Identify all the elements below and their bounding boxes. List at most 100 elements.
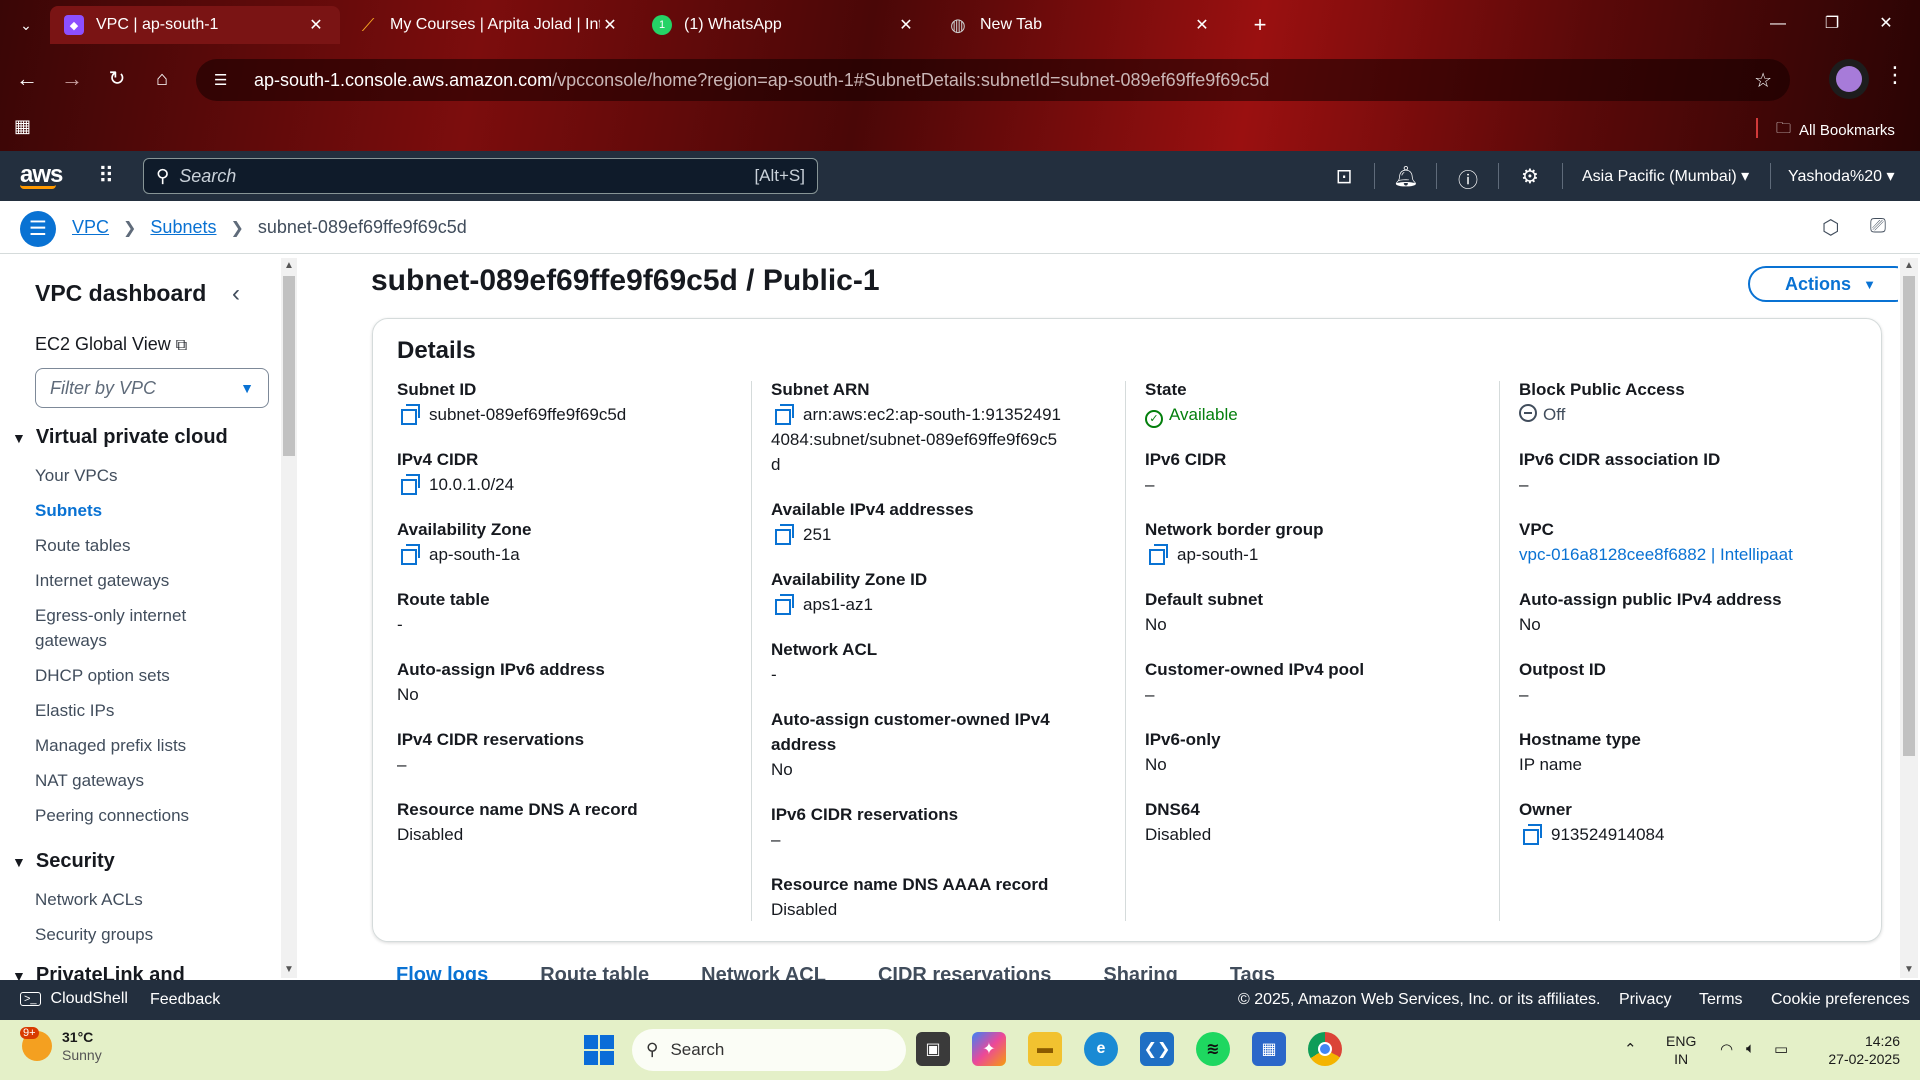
collapse-sidebar-icon[interactable]: ‹	[232, 280, 240, 308]
breadcrumb-vpc[interactable]: VPC	[72, 217, 109, 238]
feedback-link[interactable]: Feedback	[150, 991, 220, 1009]
scroll-down-arrow-icon[interactable]: ▼	[1904, 964, 1914, 975]
copy-icon[interactable]	[401, 404, 420, 425]
battery-icon[interactable]: ▭	[1774, 1040, 1788, 1058]
section-privatelink[interactable]: ▼ PrivateLink and	[12, 964, 185, 980]
sidebar-item-dhcp-option-sets[interactable]: DHCP option sets	[35, 663, 235, 688]
section-security[interactable]: ▼ Security	[12, 850, 115, 873]
terms-link[interactable]: Terms	[1699, 991, 1743, 1009]
tab-cidr-reservations[interactable]: CIDR reservations	[878, 964, 1051, 980]
close-tab-icon[interactable]: ✕	[306, 15, 326, 35]
copy-icon[interactable]	[775, 404, 794, 425]
copy-icon[interactable]	[775, 594, 794, 615]
region-selector[interactable]: Asia Pacific (Mumbai) ▾	[1582, 166, 1749, 186]
sidebar-item-peering-connections[interactable]: Peering connections	[35, 803, 235, 828]
notification-hexagon-icon[interactable]: ⬡	[1822, 215, 1839, 240]
scrollbar-thumb[interactable]	[283, 276, 295, 456]
cookie-preferences-link[interactable]: Cookie preferences	[1771, 991, 1910, 1009]
copy-icon[interactable]	[775, 524, 794, 545]
cloudshell-icon[interactable]: ⊡	[1330, 164, 1358, 189]
task-view-icon[interactable]: ▣	[916, 1032, 950, 1066]
sidebar-scrollbar[interactable]: ▲ ▼	[281, 258, 297, 978]
tab-vpc[interactable]: ◆ VPC | ap-south-1 ✕	[50, 6, 340, 44]
filter-by-vpc-select[interactable]: Filter by VPC ▼	[35, 368, 269, 408]
scrollbar-thumb[interactable]	[1903, 276, 1915, 756]
minimize-window-button[interactable]: —	[1758, 10, 1798, 38]
copy-icon[interactable]	[1149, 544, 1168, 565]
address-bar[interactable]: ☰ ap-south-1.console.aws.amazon.com/vpcc…	[196, 59, 1790, 101]
cloudshell-button[interactable]: >_ CloudShell	[20, 990, 128, 1008]
settings-gear-icon[interactable]: ⚙	[1516, 164, 1544, 189]
sidebar-item-egress-only-internet-gateways[interactable]: Egress-only internet gateways	[35, 603, 210, 653]
breadcrumb-subnets[interactable]: Subnets	[150, 217, 216, 238]
microsoft-store-icon[interactable]: ▦	[1252, 1032, 1286, 1066]
sidebar-item-subnets[interactable]: Subnets	[35, 498, 235, 523]
tab-tags[interactable]: Tags	[1230, 964, 1275, 980]
scroll-down-arrow-icon[interactable]: ▼	[284, 964, 294, 975]
tab-flow-logs[interactable]: Flow logs	[396, 964, 488, 980]
windows-start-icon[interactable]	[584, 1035, 614, 1065]
actions-button[interactable]: Actions ▼	[1748, 266, 1898, 302]
ec2-global-view-link[interactable]: EC2 Global View ⧉	[35, 334, 187, 355]
taskbar-search[interactable]: ⚲ Search	[632, 1029, 906, 1071]
sidebar-item-security-groups[interactable]: Security groups	[35, 922, 235, 947]
tab-network-acl[interactable]: Network ACL	[701, 964, 826, 980]
sidebar-item-elastic-ips[interactable]: Elastic IPs	[35, 698, 235, 723]
tab-sharing[interactable]: Sharing	[1103, 964, 1177, 980]
forward-button[interactable]: →	[57, 64, 87, 94]
account-menu[interactable]: Yashoda%20 ▾	[1788, 166, 1894, 186]
copy-icon[interactable]	[401, 474, 420, 495]
bookmark-star-icon[interactable]: ☆	[1754, 68, 1772, 93]
home-button[interactable]: ⌂	[147, 64, 177, 94]
new-tab-button[interactable]: +	[1245, 10, 1275, 40]
all-bookmarks-button[interactable]: 🗀 All Bookmarks	[1776, 118, 1895, 143]
back-button[interactable]: ←	[12, 64, 42, 94]
scroll-up-arrow-icon[interactable]: ▲	[284, 260, 294, 271]
aws-logo[interactable]: aws	[20, 161, 63, 189]
close-tab-icon[interactable]: ✕	[1192, 15, 1212, 35]
copy-icon[interactable]	[1523, 824, 1542, 845]
sidebar-item-your-vpcs[interactable]: Your VPCs	[35, 463, 235, 488]
help-icon[interactable]: ⓘ	[1454, 164, 1482, 193]
site-info-icon[interactable]: ☰	[214, 71, 238, 89]
copilot-icon[interactable]: ✦	[972, 1032, 1006, 1066]
wifi-icon[interactable]: ◠	[1720, 1040, 1733, 1058]
file-explorer-icon[interactable]: ▬	[1028, 1032, 1062, 1066]
browser-menu-icon[interactable]: ⋮	[1880, 62, 1910, 88]
weather-widget[interactable]: 9+ 31°C Sunny	[20, 1027, 102, 1064]
sidebar-item-network-acls[interactable]: Network ACLs	[35, 887, 235, 912]
vscode-icon[interactable]: ❮❯	[1140, 1032, 1174, 1066]
scroll-up-arrow-icon[interactable]: ▲	[1904, 260, 1914, 271]
reload-button[interactable]: ↻	[102, 64, 132, 94]
tab-my-courses[interactable]: ⟋ My Courses | Arpita Jolad | Intel ✕	[344, 6, 634, 44]
profile-avatar[interactable]	[1829, 59, 1869, 99]
copy-icon[interactable]	[401, 544, 420, 565]
show-hidden-icons-chevron-icon[interactable]: ⌃	[1624, 1040, 1637, 1058]
display-preferences-icon[interactable]: ⎚	[1870, 215, 1886, 238]
edge-browser-icon[interactable]: e	[1084, 1032, 1118, 1066]
close-tab-icon[interactable]: ✕	[600, 15, 620, 35]
sidebar-item-managed-prefix-lists[interactable]: Managed prefix lists	[35, 733, 235, 758]
apps-grid-icon[interactable]: ▦	[14, 116, 31, 137]
system-clock[interactable]: 14:26 27-02-2025	[1800, 1032, 1900, 1068]
tab-route-table[interactable]: Route table	[540, 964, 649, 980]
notifications-bell-icon[interactable]: 🔔︎	[1392, 164, 1420, 189]
sidebar-title[interactable]: VPC dashboard	[35, 280, 206, 307]
services-grid-icon[interactable]: ⠿	[98, 163, 114, 189]
privacy-link[interactable]: Privacy	[1619, 991, 1671, 1009]
spotify-icon[interactable]: ≋	[1196, 1032, 1230, 1066]
tab-whatsapp[interactable]: 1 (1) WhatsApp ✕	[638, 6, 930, 44]
main-scrollbar[interactable]: ▲ ▼	[1900, 258, 1918, 978]
aws-search-box[interactable]: ⚲ [Alt+S]	[143, 158, 818, 194]
volume-icon[interactable]: 🔈︎	[1746, 1040, 1755, 1057]
sidebar-item-route-tables[interactable]: Route tables	[35, 533, 235, 558]
side-nav-toggle-icon[interactable]: ☰	[20, 211, 56, 247]
chrome-icon[interactable]	[1308, 1032, 1342, 1066]
close-window-button[interactable]: ✕	[1866, 10, 1906, 38]
tab-new-tab[interactable]: ◍ New Tab ✕	[934, 6, 1226, 44]
restore-window-button[interactable]: ❐	[1812, 10, 1852, 38]
sidebar-item-internet-gateways[interactable]: Internet gateways	[35, 568, 235, 593]
tab-search-menu[interactable]: ⌄	[12, 12, 40, 38]
section-virtual-private-cloud[interactable]: ▼ Virtual private cloud	[12, 426, 228, 449]
sidebar-item-nat-gateways[interactable]: NAT gateways	[35, 768, 235, 793]
